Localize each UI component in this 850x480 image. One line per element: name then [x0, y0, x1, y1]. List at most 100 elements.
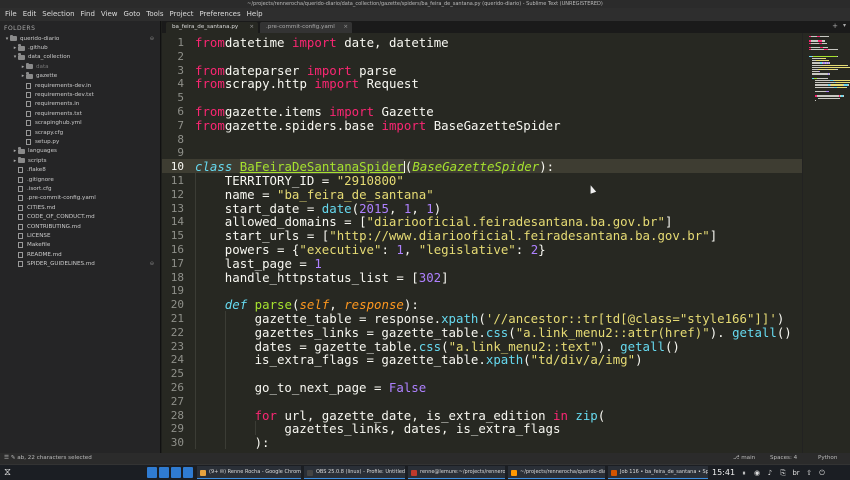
clipboard-icon[interactable]: ⎘	[779, 469, 787, 477]
code-line[interactable]: fromgazette.spiders.base import BaseGaze…	[195, 118, 561, 133]
code-line[interactable]: handle_httpstatus_list = [302]	[225, 270, 449, 285]
code-editor[interactable]: 1 2 3 4 5 6 7 8 9 10 11 12 13 14 15 16 17 18 19 20 21 22 23 24 2…	[162, 33, 802, 453]
sidebar-folder[interactable]: ▾ querido-diario ⊖	[0, 34, 160, 43]
code-line[interactable]: dates = gazette_table.css("a.link_menu2:…	[255, 339, 680, 354]
sidebar-file[interactable]: CONTRIBUTING.md	[0, 222, 160, 231]
tab-close-icon[interactable]: ×	[249, 22, 254, 33]
status-indentation[interactable]: Spaces: 4	[770, 453, 797, 464]
sidebar-file[interactable]: .flake8	[0, 165, 160, 174]
code-line[interactable]: gazette_table = response.xpath('//ancest…	[255, 311, 785, 326]
code-line[interactable]: fromgazette.items import Gazette	[195, 104, 434, 119]
task-label: OBS 25.0.8 (linux) - Profile: Untitled -…	[316, 469, 405, 475]
menu-view[interactable]: View	[98, 8, 121, 21]
line-number: 23	[170, 339, 184, 353]
taskbar-task[interactable]: ~/projects/rennerocha/querido-diario/d..…	[508, 466, 605, 479]
close-folder-icon[interactable]: ⊖	[150, 36, 154, 42]
code-line[interactable]: name = "ba_feira_de_santana"	[225, 187, 434, 202]
taskbar-task[interactable]: OBS 25.0.8 (linux) - Profile: Untitled -…	[304, 466, 405, 479]
code-line[interactable]: allowed_domains = ["diariooficial.feirad…	[225, 214, 673, 229]
sidebar-file[interactable]: requirements-dev.txt	[0, 90, 160, 99]
new-tab-icon[interactable]: +	[832, 22, 838, 30]
clock[interactable]: 15:41	[712, 465, 735, 480]
sidebar-file[interactable]: .gitignore	[0, 175, 160, 184]
sidebar-file[interactable]: scrapinghub.yml	[0, 119, 160, 128]
code-line[interactable]: fromdateparser import parse	[195, 63, 396, 78]
sidebar-file[interactable]: CODE_OF_CONDUCT.md	[0, 212, 160, 221]
menu-edit[interactable]: Edit	[20, 8, 40, 21]
volume-icon[interactable]: ♪	[766, 469, 774, 477]
start-menu-icon[interactable]: ⧖	[4, 467, 11, 478]
minimap-token	[815, 91, 826, 93]
tab-ba-feira-de-santana[interactable]: ba_feira_de_santana.py ×	[166, 22, 258, 33]
menu-preferences[interactable]: Preferences	[196, 8, 243, 21]
workspace-2[interactable]	[159, 467, 169, 478]
close-folder-icon[interactable]: ⊖	[150, 261, 154, 267]
pause-icon[interactable]: ⏸	[740, 469, 748, 477]
code-line[interactable]: fromdatetime import date, datetime	[195, 35, 449, 50]
sidebar-file[interactable]: requirements.in	[0, 100, 160, 109]
keyboard-layout-icon[interactable]: br	[792, 469, 800, 477]
code-line[interactable]: gazettes_links = gazette_table.css("a.li…	[255, 325, 792, 340]
workspace-1[interactable]	[147, 467, 157, 478]
tab-list-icon[interactable]: ▾	[843, 22, 846, 29]
workspace-4[interactable]	[183, 467, 193, 478]
sidebar-file[interactable]: .isort.cfg	[0, 184, 160, 193]
code-line[interactable]: last_page = 1	[225, 256, 322, 271]
code-line[interactable]: def parse(self, response):	[225, 297, 419, 312]
sidebar-folder[interactable]: ▸ scripts	[0, 156, 160, 165]
code-line[interactable]: TERRITORY_ID = "2910800"	[225, 173, 404, 188]
sidebar-folder[interactable]: ▸ .github	[0, 43, 160, 52]
workspace-3[interactable]	[171, 467, 181, 478]
menu-find[interactable]: Find	[78, 8, 98, 21]
sidebar-file[interactable]: setup.py	[0, 137, 160, 146]
code-line[interactable]: start_date = date(2015, 1, 1)	[225, 201, 441, 216]
minimap-token	[823, 64, 848, 66]
code-line[interactable]: class BaFeiraDeSantanaSpider(BaseGazette…	[195, 159, 554, 175]
menu-tools[interactable]: Tools	[143, 8, 166, 21]
sidebar-file[interactable]: .pre-commit-config.yaml	[0, 194, 160, 203]
code-line[interactable]: fromscrapy.http import Request	[195, 76, 419, 91]
sidebar-folder[interactable]: ▸ languages	[0, 147, 160, 156]
sidebar-file[interactable]: requirements.txt	[0, 109, 160, 118]
sidebar-folder[interactable]: ▾ data_collection	[0, 53, 160, 62]
taskbar-task[interactable]: renne@lemure:~/projects/rennerocha/...	[408, 466, 505, 479]
menu-project[interactable]: Project	[167, 8, 197, 21]
code-line[interactable]: go_to_next_page = False	[255, 380, 427, 395]
menu-help[interactable]: Help	[244, 8, 266, 21]
sidebar-file[interactable]: README.md	[0, 250, 160, 259]
sidebar-file[interactable]: CITIES.md	[0, 203, 160, 212]
sidebar-folder[interactable]: ▸ data	[0, 62, 160, 71]
folder-icon	[26, 62, 33, 70]
record-icon[interactable]: ◉	[753, 469, 761, 477]
update-icon[interactable]: ⇧	[805, 469, 813, 477]
taskbar-task[interactable]: (9+ ✉) Renne Rocha - Google Chrome	[197, 466, 301, 479]
menu-selection[interactable]: Selection	[39, 8, 77, 21]
line-number: 2	[177, 49, 184, 63]
minimap[interactable]	[802, 33, 850, 453]
tab-pre-commit-config[interactable]: .pre-commit-config.yaml ×	[260, 22, 352, 33]
power-icon[interactable]: ⏻	[818, 469, 826, 477]
line-number: 7	[177, 118, 184, 132]
sidebar-file[interactable]: scrapy.cfg	[0, 128, 160, 137]
code-line[interactable]: start_urls = ["http://www.diariooficial.…	[225, 228, 717, 243]
sidebar-file[interactable]: LICENSE	[0, 231, 160, 240]
sidebar-file[interactable]: Makefile	[0, 241, 160, 250]
tab-close-icon[interactable]: ×	[343, 22, 348, 33]
menu-file[interactable]: File	[2, 8, 20, 21]
minimap-token	[812, 73, 828, 75]
code-line[interactable]: for url, gazette_date, is_extra_edition …	[255, 408, 606, 423]
sidebar-item-label: SPIDER_GUIDELINES.md	[27, 261, 95, 268]
code-line[interactable]: is_extra_flags = gazette_table.xpath("td…	[255, 352, 643, 367]
status-git-branch[interactable]: ⎇ main	[733, 453, 755, 464]
menu-goto[interactable]: Goto	[121, 8, 144, 21]
code-line[interactable]: powers = {"executive": 1, "legislative":…	[225, 242, 546, 257]
indent-guide	[195, 255, 196, 270]
sidebar-file[interactable]: SPIDER_GUIDELINES.md ⊖	[0, 259, 160, 268]
code-line[interactable]: ):	[255, 435, 270, 450]
code-line[interactable]: gazettes_links, dates, is_extra_flags	[284, 421, 560, 436]
code-token: ,	[329, 297, 345, 313]
sidebar-file[interactable]: requirements-dev.in	[0, 81, 160, 90]
taskbar-task[interactable]: Job 116 • ba_feira_de_santana • Spider..…	[608, 466, 708, 479]
sidebar-folder[interactable]: ▸ gazette	[0, 72, 160, 81]
status-syntax[interactable]: Python	[818, 453, 837, 464]
